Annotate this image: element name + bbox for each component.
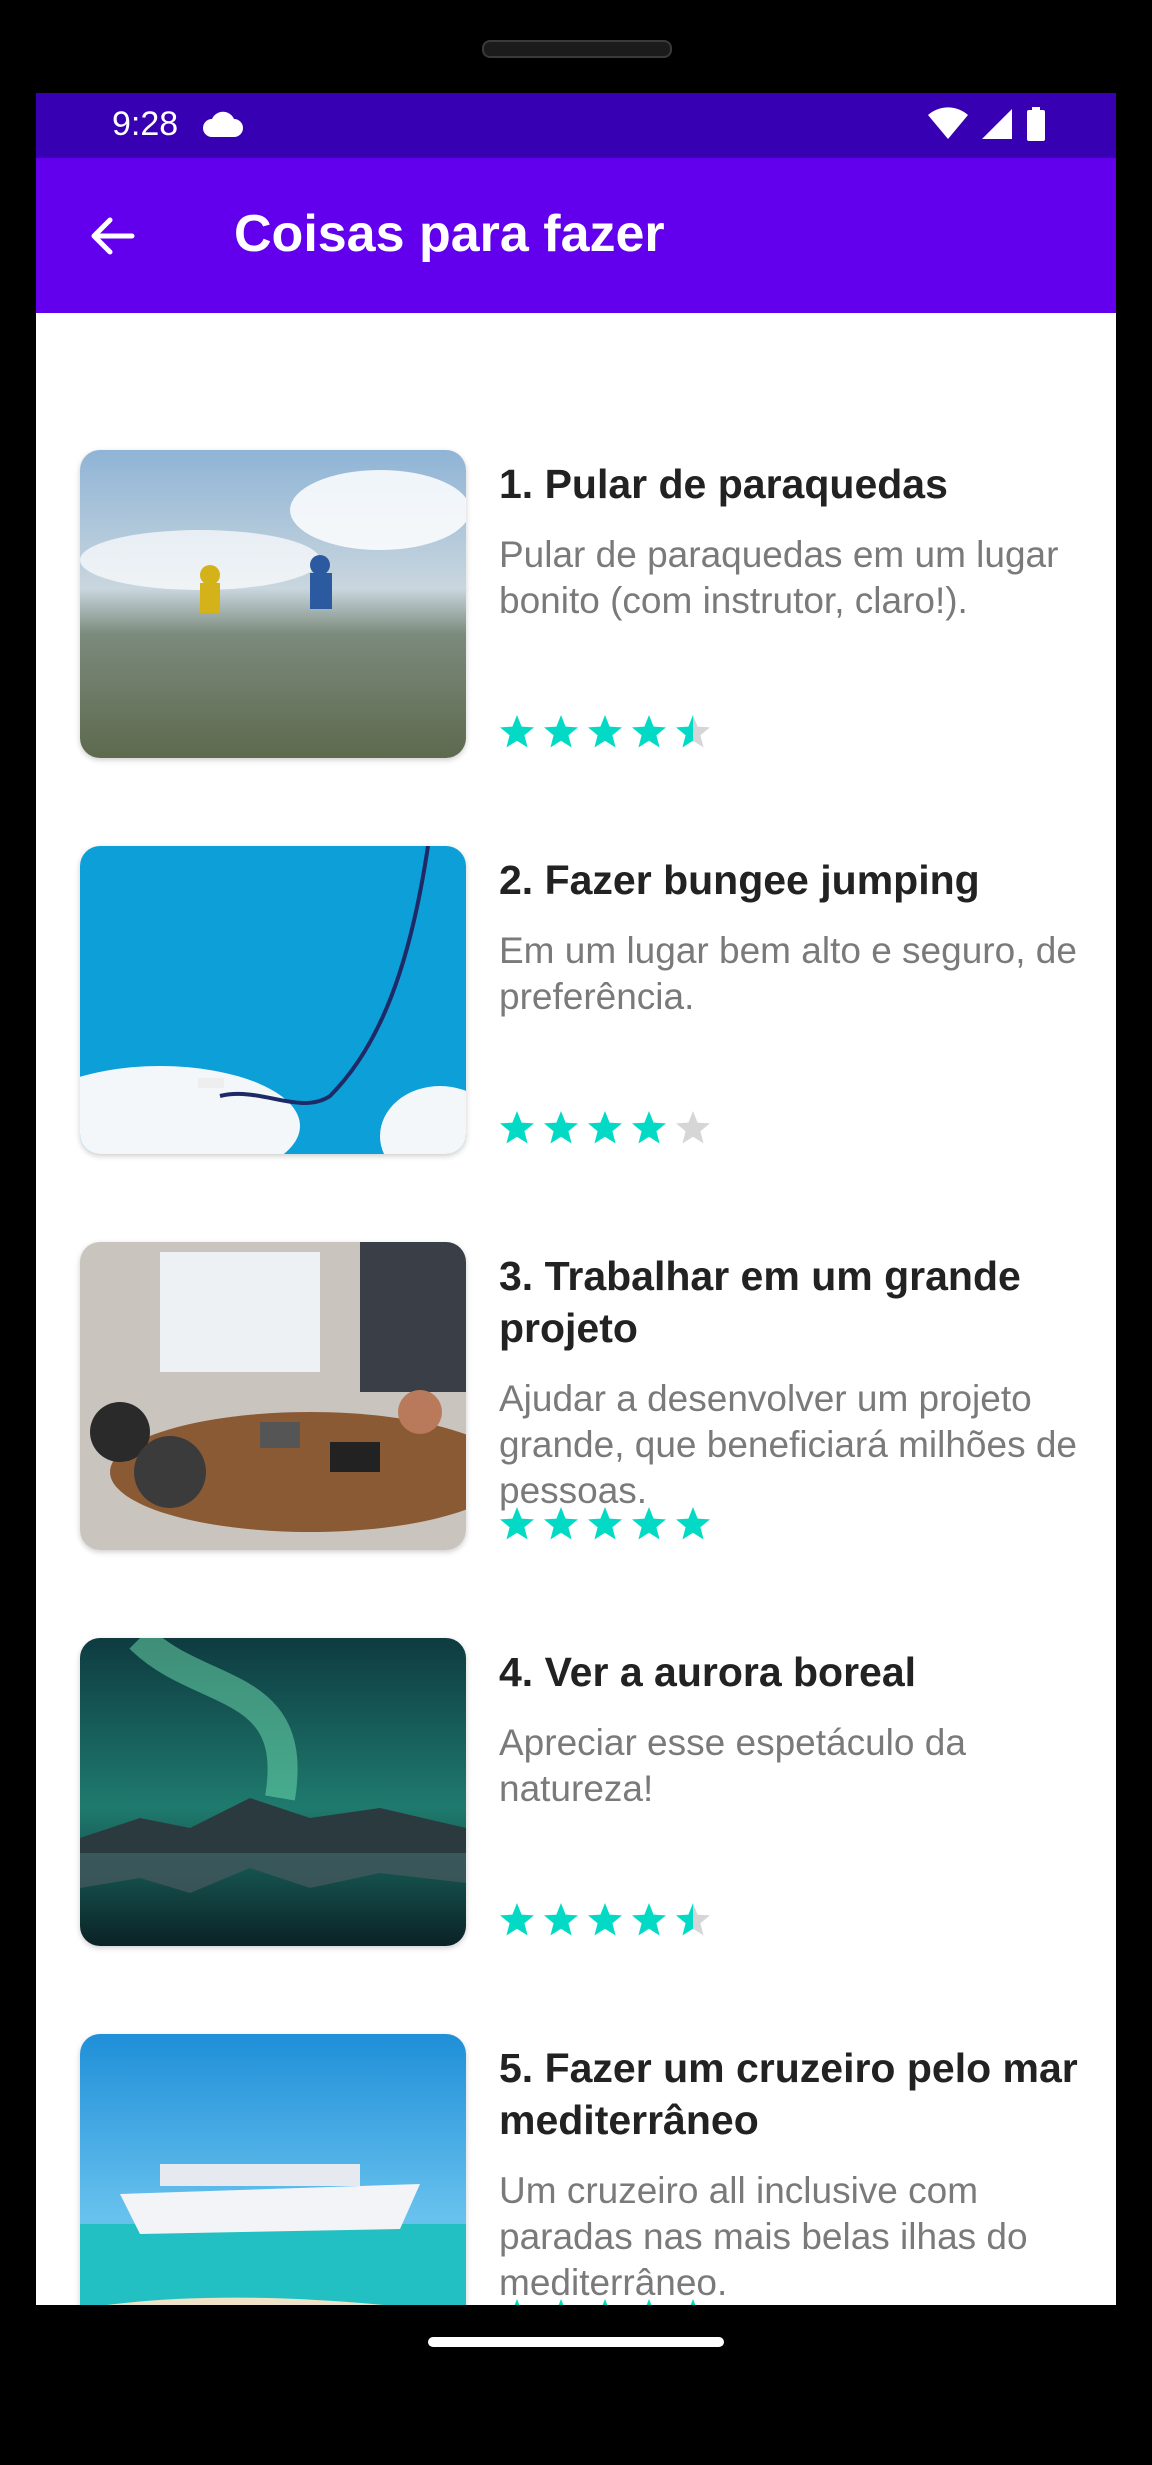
list-item[interactable]: 2. Fazer bungee jumping Em um lugar bem …	[36, 846, 1116, 1156]
battery-icon	[1027, 107, 1045, 141]
star-icon	[632, 1903, 666, 1936]
page-title: Coisas para fazer	[234, 205, 665, 263]
star-icon	[690, 2299, 696, 2305]
star-icon	[602, 2299, 608, 2305]
rating-stars	[499, 2298, 711, 2305]
item-description: Pular de paraquedas em um lugar bonito (…	[499, 534, 1059, 621]
item-title: 3. Trabalhar em um grande projeto	[499, 1253, 1021, 1351]
star-icon	[544, 1507, 578, 1540]
rating-stars	[499, 1902, 711, 1938]
item-title: 1. Pular de paraquedas	[499, 461, 948, 507]
item-title: 5. Fazer um cruzeiro pelo mar mediterrân…	[499, 2045, 1078, 2143]
star-icon	[632, 1507, 666, 1540]
star-icon	[500, 1507, 534, 1540]
list-item[interactable]: 4. Ver a aurora boreal Apreciar esse esp…	[36, 1638, 1116, 1948]
rating-stars	[499, 1110, 711, 1146]
item-description: Ajudar a desenvolver um projeto grande, …	[499, 1378, 1077, 1511]
star-icon	[500, 1903, 534, 1936]
bungee-photo	[80, 846, 466, 1154]
star-icon	[544, 715, 578, 748]
signal-icon	[982, 109, 1012, 139]
star-icon	[588, 1111, 622, 1144]
star-icon	[676, 1507, 710, 1540]
earpiece	[482, 40, 672, 58]
phone-frame: 9:28 Coisas para fazer 1. Pular de paraq…	[0, 0, 1152, 2465]
star-icon	[500, 1111, 534, 1144]
cloud-icon	[203, 111, 243, 137]
skydiving-photo	[80, 450, 466, 758]
item-description: Apreciar esse espetáculo da natureza!	[499, 1722, 966, 1809]
rating-stars	[499, 714, 711, 750]
aurora-photo	[80, 1638, 466, 1946]
status-bar: 9:28	[36, 93, 1116, 158]
star-icon	[676, 1903, 710, 1936]
rating-stars	[499, 1506, 711, 1542]
home-indicator[interactable]	[428, 2337, 724, 2347]
back-arrow-icon[interactable]	[84, 208, 140, 264]
status-time: 9:28	[112, 105, 179, 143]
meeting-photo	[80, 1242, 466, 1550]
item-title: 2. Fazer bungee jumping	[499, 857, 980, 903]
star-icon	[588, 715, 622, 748]
star-icon	[544, 1111, 578, 1144]
star-icon	[646, 2299, 652, 2305]
star-icon	[632, 715, 666, 748]
star-icon	[588, 1903, 622, 1936]
screen: 9:28 Coisas para fazer 1. Pular de paraq…	[36, 93, 1116, 2305]
item-title: 4. Ver a aurora boreal	[499, 1649, 917, 1695]
star-icon	[544, 1903, 578, 1936]
item-description: Em um lugar bem alto e seguro, de prefer…	[499, 930, 1077, 1017]
list-item[interactable]: 5. Fazer um cruzeiro pelo mar mediterrân…	[36, 2034, 1116, 2305]
wifi-icon	[928, 107, 968, 139]
cruise-photo	[80, 2034, 466, 2305]
item-description: Um cruzeiro all inclusive com paradas na…	[499, 2170, 1028, 2303]
star-icon	[558, 2299, 564, 2305]
star-icon	[514, 2299, 520, 2305]
star-icon	[676, 1111, 710, 1144]
system-icons	[928, 107, 1046, 141]
navigation-bar	[0, 2305, 1152, 2465]
star-icon	[588, 1507, 622, 1540]
star-icon	[500, 715, 534, 748]
star-icon	[676, 715, 710, 748]
app-bar: Coisas para fazer	[36, 158, 1116, 313]
list-item[interactable]: 1. Pular de paraquedas Pular de paraqued…	[36, 450, 1116, 760]
star-icon	[632, 1111, 666, 1144]
list-item[interactable]: 3. Trabalhar em um grande projeto Ajudar…	[36, 1242, 1116, 1552]
